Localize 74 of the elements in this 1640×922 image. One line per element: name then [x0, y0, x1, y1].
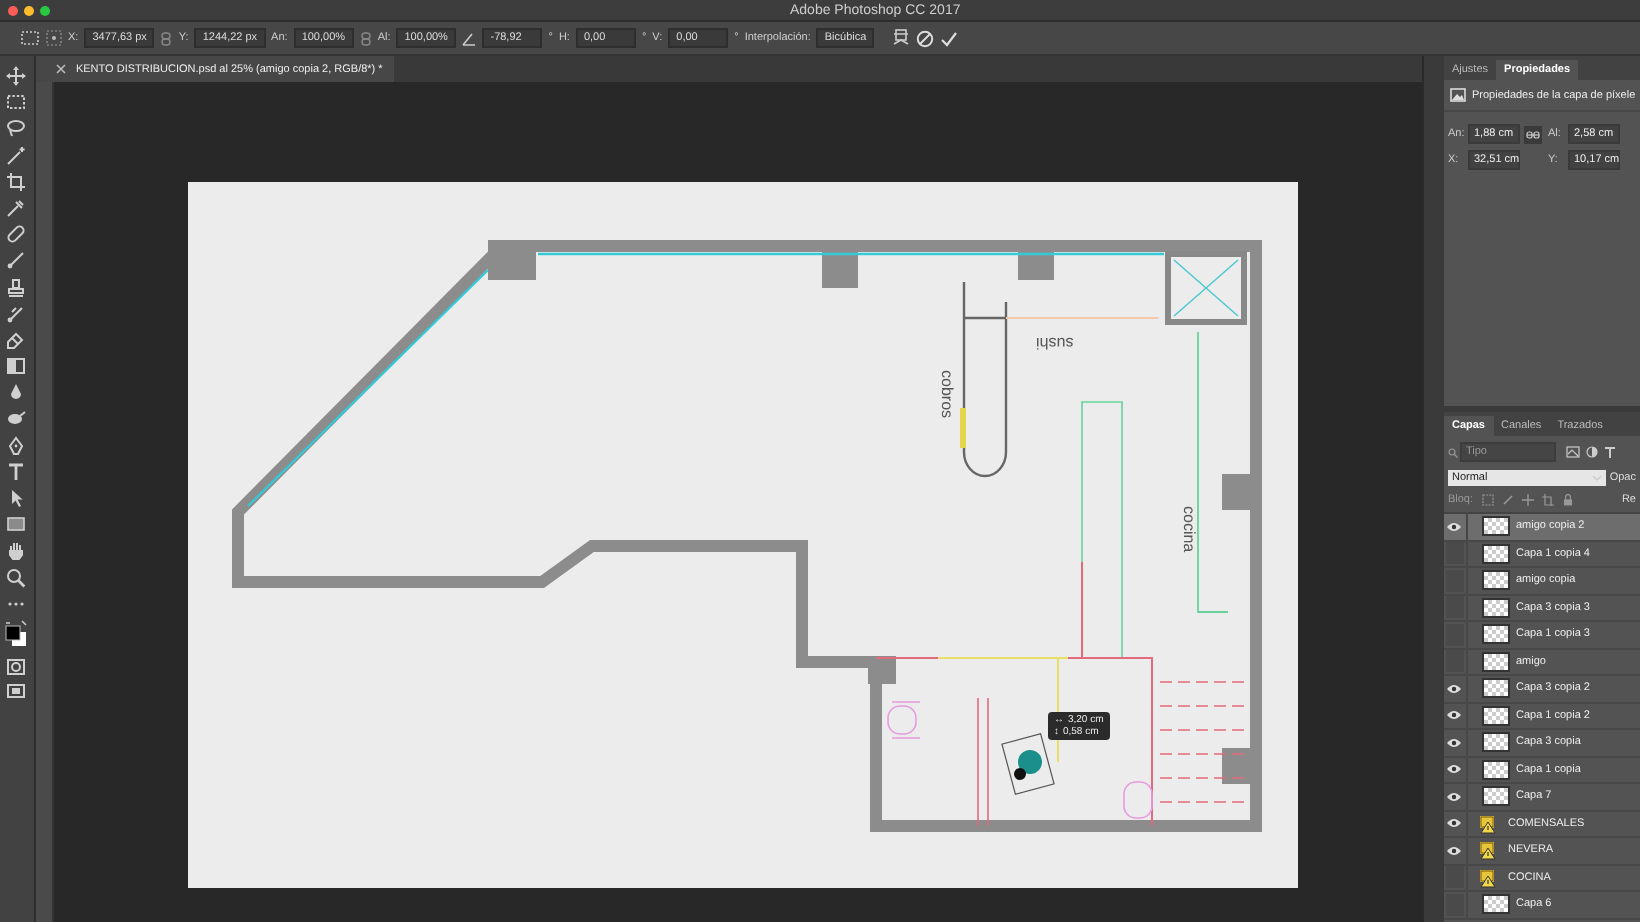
- layer-thumbnail: [1481, 516, 1510, 537]
- layer-thumbnail: [1481, 570, 1510, 591]
- dodge-icon[interactable]: [6, 408, 27, 429]
- brush-icon[interactable]: [6, 250, 27, 271]
- layer-thumbnail: [1481, 786, 1510, 807]
- brush-icon[interactable]: [6, 303, 27, 324]
- pen-icon[interactable]: [6, 435, 27, 456]
- room-label: cocina: [1179, 506, 1198, 553]
- visibility-toggle[interactable]: [1445, 650, 1464, 673]
- adjustment-filter-icon[interactable]: [1585, 446, 1598, 458]
- eye-icon[interactable]: [1446, 764, 1463, 775]
- layer-thumbnail: [1481, 678, 1510, 699]
- search-icon: [1447, 447, 1458, 457]
- marquee-icon[interactable]: [6, 92, 27, 113]
- pointer-icon[interactable]: [6, 488, 27, 508]
- eye-icon[interactable]: [1446, 791, 1463, 802]
- lasso-icon[interactable]: [6, 118, 27, 139]
- eye-icon[interactable]: [1446, 737, 1463, 748]
- warp-icon[interactable]: [892, 28, 911, 48]
- minimize-window-button[interactable]: [24, 5, 34, 15]
- rectangle-icon[interactable]: [6, 514, 27, 535]
- eye-icon[interactable]: [1446, 710, 1463, 721]
- bandage-icon[interactable]: [6, 224, 27, 245]
- color-swatches-icon[interactable]: [4, 619, 29, 652]
- screen-mode-icon[interactable]: [6, 682, 27, 701]
- reference-point-icon[interactable]: [46, 30, 62, 46]
- layer-thumbnail: [1481, 651, 1510, 672]
- link-icon[interactable]: [359, 31, 372, 45]
- move-icon[interactable]: [6, 66, 27, 86]
- drop-icon[interactable]: [6, 382, 27, 403]
- zoom-window-button[interactable]: [40, 5, 50, 15]
- close-icon[interactable]: [55, 64, 66, 74]
- type-icon[interactable]: [6, 461, 27, 482]
- link-icon[interactable]: [1523, 125, 1542, 143]
- visibility-toggle[interactable]: [1445, 623, 1464, 646]
- image-filter-icon[interactable]: [1565, 446, 1580, 458]
- visibility-toggle[interactable]: [1445, 596, 1464, 619]
- wand-icon[interactable]: [6, 145, 27, 166]
- brush-icon[interactable]: [1501, 494, 1514, 506]
- eye-icon[interactable]: [1446, 521, 1463, 532]
- image-icon: [1449, 88, 1466, 102]
- angle-icon: [462, 31, 477, 45]
- eyedropper-icon[interactable]: [6, 197, 27, 218]
- layer-thumbnail: [1481, 624, 1510, 645]
- commit-icon[interactable]: [940, 29, 959, 47]
- visibility-toggle[interactable]: [1445, 893, 1464, 916]
- room-label: sushi: [1035, 334, 1074, 352]
- eraser-icon[interactable]: [6, 329, 27, 350]
- type-filter-icon[interactable]: [1603, 446, 1616, 458]
- crop-icon[interactable]: [6, 171, 27, 192]
- stamp-icon[interactable]: [6, 277, 27, 297]
- layer-thumbnail: [1481, 759, 1510, 780]
- selected-object-drawing[interactable]: [1001, 732, 1055, 796]
- eye-icon[interactable]: [1446, 683, 1463, 694]
- cancel-icon[interactable]: [916, 29, 935, 47]
- layer-thumbnail: [1481, 705, 1510, 726]
- visibility-toggle[interactable]: [1445, 866, 1464, 889]
- hand-icon[interactable]: [6, 540, 27, 561]
- layer-thumbnail: [1481, 732, 1510, 753]
- quick-mask-icon[interactable]: [6, 658, 27, 677]
- layer-thumbnail: [1481, 543, 1510, 564]
- eye-icon[interactable]: [1446, 845, 1463, 856]
- zoom-icon[interactable]: [6, 567, 27, 588]
- visibility-toggle[interactable]: [1445, 569, 1464, 592]
- room-label: cobros: [937, 370, 956, 419]
- marquee-icon[interactable]: [20, 30, 40, 46]
- lock-icon[interactable]: [1561, 494, 1574, 506]
- layer-thumbnail: [1481, 597, 1510, 618]
- close-window-button[interactable]: [8, 5, 18, 15]
- gradient-icon[interactable]: [6, 356, 27, 377]
- eye-icon[interactable]: [1446, 818, 1463, 829]
- link-icon[interactable]: [160, 31, 173, 45]
- layer-thumbnail: [1481, 894, 1510, 915]
- visibility-toggle[interactable]: [1445, 542, 1464, 565]
